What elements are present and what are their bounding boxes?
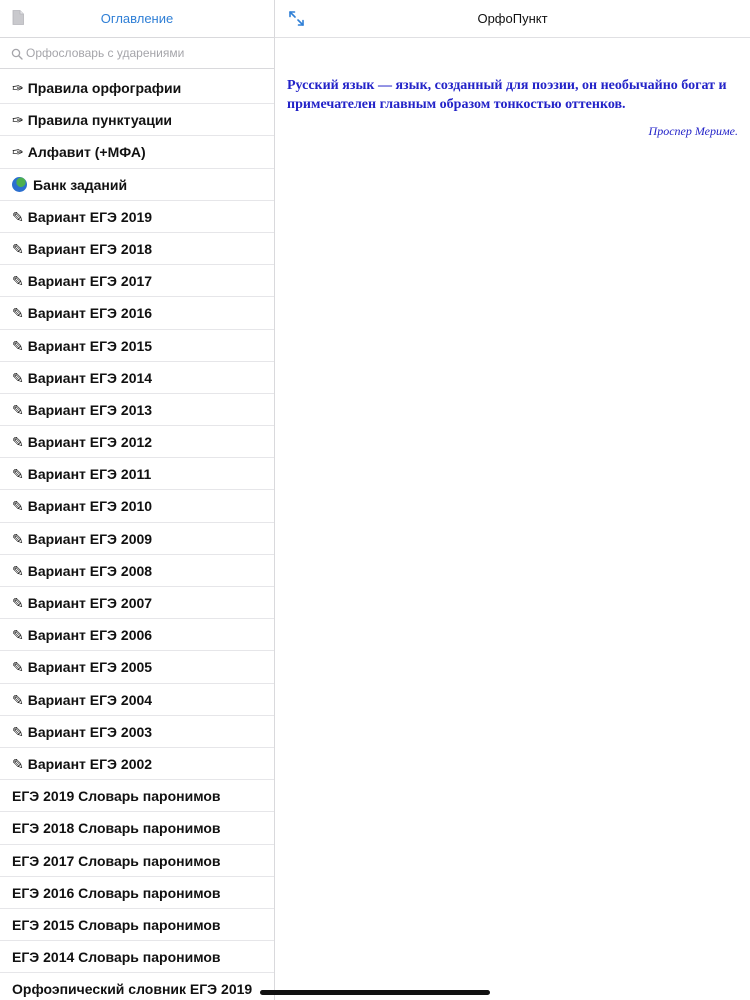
pencil-icon: ✎	[12, 401, 24, 418]
sidebar-item[interactable]: ✎ Вариант ЕГЭ 2016	[0, 297, 274, 330]
pen-nib-icon: ✑	[12, 80, 24, 96]
sidebar-header: Оглавление	[0, 0, 274, 38]
sidebar-item-label: Вариант ЕГЭ 2014	[27, 369, 153, 386]
main-content: ОрфоПункт Русский язык — язык, созданный…	[275, 0, 750, 1000]
pencil-icon: ✎	[12, 337, 24, 354]
sidebar-item[interactable]: ✎ Вариант ЕГЭ 2019	[0, 201, 274, 233]
sidebar-item[interactable]: ✎ Вариант ЕГЭ 2017	[0, 265, 274, 298]
sidebar-item-label: ЕГЭ 2016 Словарь паронимов	[12, 884, 221, 901]
pencil-icon: ✎	[12, 530, 24, 547]
search-icon	[11, 47, 23, 60]
sidebar-item-label: Вариант ЕГЭ 2007	[27, 595, 153, 611]
sidebar-item[interactable]: ✑ Правила пунктуации	[0, 104, 274, 137]
sidebar-item[interactable]: ✎ Вариант ЕГЭ 2003	[0, 716, 274, 748]
sidebar-item-label: Вариант ЕГЭ 2011	[27, 466, 152, 483]
pencil-icon: ✎	[12, 273, 24, 290]
pen-nib-icon: ✑	[12, 112, 24, 129]
sidebar-item[interactable]: ✎ Вариант ЕГЭ 2013	[0, 394, 274, 427]
sidebar-item-label: Вариант ЕГЭ 2006	[27, 627, 153, 644]
sidebar-item-label: Вариант ЕГЭ 2017	[27, 273, 153, 290]
sidebar-item[interactable]: ✎ Вариант ЕГЭ 2005	[0, 651, 274, 684]
sidebar-item-label: Вариант ЕГЭ 2013	[27, 401, 153, 418]
home-indicator[interactable]	[260, 990, 490, 995]
pencil-icon: ✎	[12, 562, 24, 579]
sidebar-item-label: Вариант ЕГЭ 2008	[27, 562, 153, 579]
search-bar	[0, 38, 274, 69]
sidebar-item[interactable]: ✎ Вариант ЕГЭ 2018	[0, 233, 274, 266]
sidebar-item[interactable]: ✎ Вариант ЕГЭ 2006	[0, 619, 274, 652]
pencil-icon: ✎	[12, 595, 24, 611]
globe-icon	[12, 176, 27, 192]
pencil-icon: ✎	[12, 498, 24, 515]
sidebar-item-label: Вариант ЕГЭ 2012	[27, 434, 153, 451]
pencil-icon: ✎	[12, 755, 24, 772]
pencil-icon: ✎	[12, 723, 24, 740]
sidebar-item[interactable]: ЕГЭ 2019 Словарь паронимов	[0, 780, 274, 813]
sidebar-item[interactable]: ЕГЭ 2015 Словарь паронимов	[0, 909, 274, 942]
pen-nib-icon: ✑	[12, 144, 24, 161]
sidebar-item[interactable]: ЕГЭ 2017 Словарь паронимов	[0, 845, 274, 877]
sidebar-item-label: Вариант ЕГЭ 2003	[27, 723, 153, 740]
sidebar-item-label: Вариант ЕГЭ 2018	[27, 240, 153, 257]
app-window: Оглавление ✑Правила орфографии✑Правила п…	[0, 0, 750, 1000]
sidebar-item[interactable]: Орфоэпический словник ЕГЭ 2019	[0, 973, 274, 1000]
sidebar-item-label: Вариант ЕГЭ 2015	[27, 337, 153, 354]
pencil-icon: ✎	[12, 659, 24, 676]
sidebar: Оглавление ✑Правила орфографии✑Правила п…	[0, 0, 275, 1000]
main-header: ОрфоПункт	[275, 0, 750, 38]
sidebar-item[interactable]: ✎ Вариант ЕГЭ 2015	[0, 330, 274, 362]
sidebar-item-label: ЕГЭ 2019 Словарь паронимов	[12, 788, 221, 805]
sidebar-item[interactable]: ✎ Вариант ЕГЭ 2011	[0, 458, 274, 491]
sidebar-item[interactable]: ЕГЭ 2018 Словарь паронимов	[0, 812, 274, 845]
quote-text: Русский язык — язык, созданный для поэзи…	[287, 78, 727, 112]
sidebar-title: Оглавление	[100, 11, 174, 26]
sidebar-item[interactable]: ✎ Вариант ЕГЭ 2008	[0, 555, 274, 587]
sidebar-item-label: Вариант ЕГЭ 2009	[27, 530, 153, 547]
sidebar-item-label: Вариант ЕГЭ 2004	[27, 691, 153, 708]
sidebar-item-label: Вариант ЕГЭ 2002	[27, 755, 153, 772]
sidebar-item[interactable]: ✎ Вариант ЕГЭ 2007	[0, 587, 274, 620]
sidebar-item-label: Правила орфографии	[27, 80, 182, 96]
sidebar-item-label: Вариант ЕГЭ 2019	[27, 208, 153, 225]
page-title: ОрфоПункт	[477, 11, 548, 26]
sidebar-item[interactable]: Банк заданий	[0, 169, 274, 201]
sidebar-item[interactable]: ✎ Вариант ЕГЭ 2012	[0, 426, 274, 459]
sidebar-item[interactable]: ✎ Вариант ЕГЭ 2009	[0, 523, 274, 555]
sidebar-item-label: Правила пунктуации	[27, 112, 173, 129]
sidebar-item[interactable]: ✎ Вариант ЕГЭ 2014	[0, 362, 274, 394]
sidebar-item-label: ЕГЭ 2017 Словарь паронимов	[12, 852, 221, 869]
sidebar-item[interactable]: ЕГЭ 2016 Словарь паронимов	[0, 877, 274, 909]
sidebar-item-label: Вариант ЕГЭ 2016	[27, 305, 153, 322]
contents-list: ✑ Правила орфографии ✑ Правила пунктуации ✑ А…	[0, 69, 274, 1000]
pencil-icon: ✎	[12, 208, 24, 225]
pencil-icon: ✎	[12, 240, 24, 257]
search-input[interactable]	[26, 44, 264, 62]
sidebar-item[interactable]: ✎ Вариант ЕГЭ 2002	[0, 748, 274, 781]
sidebar-item[interactable]: ЕГЭ 2014 Словарь паронимов	[0, 941, 274, 974]
pencil-icon: ✎	[12, 369, 24, 386]
pencil-icon: ✎	[12, 691, 24, 708]
sidebar-item-label: ЕГЭ 2018 Словарь паронимов	[12, 820, 221, 837]
pencil-icon: ✎	[12, 466, 24, 483]
sidebar-item[interactable]: ✎ Вариант ЕГЭ 2004	[0, 684, 274, 716]
sidebar-item[interactable]: ✎ Вариант ЕГЭ 2010	[0, 490, 274, 523]
quote-author: Проспер Мериме.	[648, 124, 738, 138]
sidebar-item-label: ЕГЭ 2014 Словарь паронимов	[12, 949, 221, 966]
pencil-icon: ✎	[12, 434, 24, 451]
pencil-icon: ✎	[12, 627, 24, 644]
sidebar-item-label: Алфавит (+МФА)	[27, 144, 146, 161]
pencil-icon: ✎	[12, 305, 24, 322]
sidebar-item-label: Вариант ЕГЭ 2010	[27, 498, 153, 515]
sidebar-item-label: Орфоэпический словник ЕГЭ 2019	[12, 981, 253, 998]
sidebar-item-label: Банк заданий	[33, 176, 128, 193]
sidebar-item-label: Вариант ЕГЭ 2005	[27, 659, 153, 676]
sidebar-item-label: ЕГЭ 2015 Словарь паронимов	[12, 916, 221, 933]
sidebar-item[interactable]: ✑ Правила орфографии	[0, 72, 274, 105]
sidebar-item[interactable]: ✑ Алфавит (+МФА)	[0, 136, 274, 169]
